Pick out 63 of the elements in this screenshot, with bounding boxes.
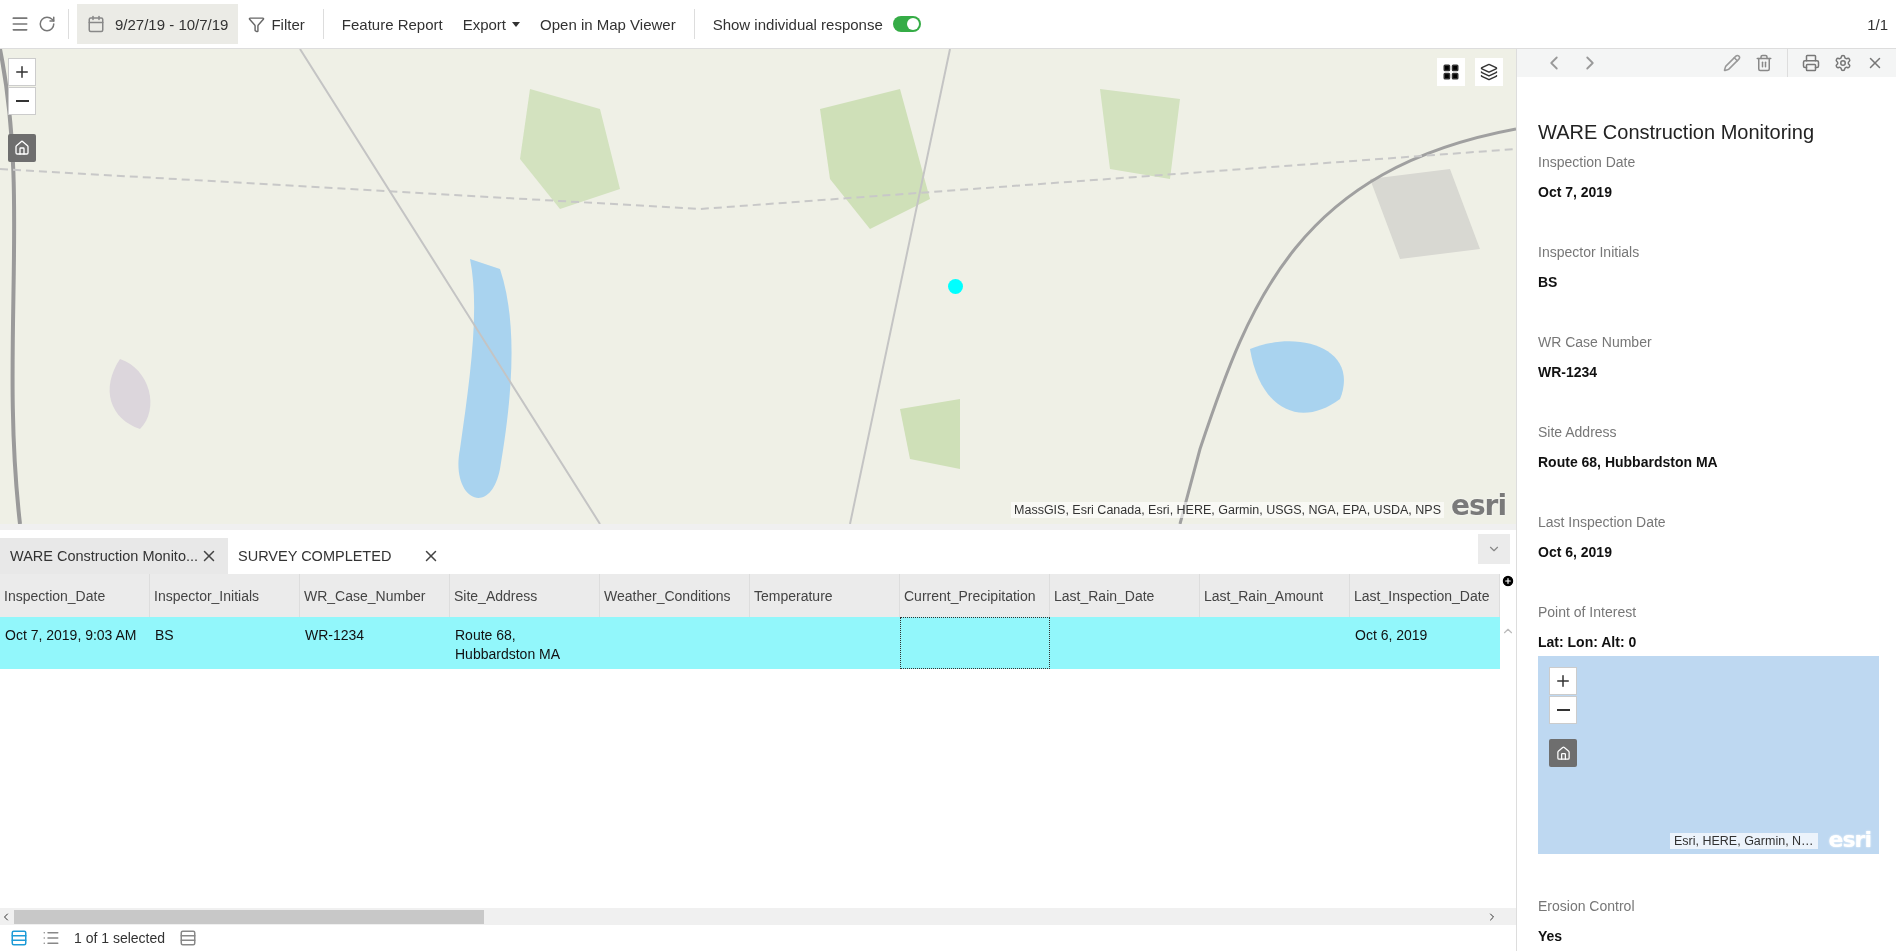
- filter-button[interactable]: Filter: [238, 4, 315, 44]
- toolbar-button[interactable]: Open in Map Viewer: [530, 4, 686, 44]
- selection-count: 1 of 1 selected: [74, 930, 166, 946]
- scrollbar-thumb[interactable]: [14, 909, 484, 924]
- field-value: WR-1234: [1538, 364, 1599, 380]
- print-icon[interactable]: [1802, 54, 1820, 72]
- plus-icon: [1554, 672, 1572, 690]
- field-label: Inspection Date: [1538, 154, 1637, 170]
- zoom-in-button[interactable]: [8, 58, 36, 86]
- table-cell-text: Oct 7, 2019, 9:03 AM: [4, 626, 138, 645]
- home-icon: [14, 140, 30, 156]
- field-label: WR Case Number: [1538, 334, 1653, 350]
- field-value: Oct 6, 2019: [1538, 544, 1613, 560]
- table-row[interactable]: Oct 7, 2019, 9:03 AM BS WR-1234 Route 68, Hubbardston MA Oct 6, 2019: [0, 617, 1500, 669]
- home-button[interactable]: [8, 134, 36, 162]
- list-icon[interactable]: [42, 929, 60, 947]
- home-button[interactable]: [1549, 739, 1577, 767]
- layers-button[interactable]: [1475, 58, 1503, 86]
- page-counter: 1/1: [1867, 15, 1888, 33]
- zoom-out-button[interactable]: [8, 87, 36, 115]
- field-label: Inspector Initials: [1538, 244, 1641, 260]
- map-attribution: Esri, HERE, Garmin, N…: [1670, 833, 1818, 849]
- add-column-icon[interactable]: [1501, 574, 1515, 588]
- table-cell-text: WR-1234: [304, 626, 366, 645]
- esri-logo: esri: [1450, 489, 1506, 522]
- feature-title: WARE Construction Monitoring: [1538, 121, 1816, 144]
- table-cell-text: BS: [154, 626, 175, 645]
- grid-icon: [1442, 63, 1460, 81]
- zoom-in-button[interactable]: [1549, 667, 1577, 695]
- toggle-label: Show individual response: [711, 15, 884, 33]
- esri-logo: esri: [1828, 827, 1871, 852]
- delete-icon[interactable]: [1755, 54, 1773, 72]
- table-cell-text: Route 68, Hubbardston MA: [454, 626, 562, 664]
- field-label: Point of Interest: [1538, 604, 1638, 620]
- basemap-gallery-button[interactable]: [1437, 58, 1465, 86]
- mini-map[interactable]: Esri, HERE, Garmin, N… esri: [1538, 656, 1879, 854]
- export-dropdown[interactable]: Export: [452, 4, 531, 44]
- field-value: Yes: [1538, 928, 1564, 944]
- date-range-button[interactable]: 9/27/19 - 10/7/19: [77, 4, 239, 44]
- minus-icon: [1556, 709, 1570, 711]
- field-label: Erosion Control: [1538, 898, 1636, 914]
- table-cell-text: Oct 6, 2019: [1354, 626, 1429, 645]
- plus-icon: [13, 63, 31, 81]
- table-tab[interactable]: WARE Construction Monito...: [0, 538, 228, 574]
- caret-icon: [512, 21, 521, 27]
- field-value: BS: [1538, 274, 1559, 290]
- zoom-out-button[interactable]: [1549, 696, 1577, 724]
- toggle-switch[interactable]: [892, 16, 921, 32]
- show-selected-icon[interactable]: [10, 929, 28, 947]
- filter-icon: [248, 15, 266, 33]
- calendar-icon: [87, 15, 105, 33]
- map-attribution: MassGIS, Esri Canada, Esri, HERE, Garmin, USGS, NGA, EPA, USDA, NPS: [1011, 502, 1444, 518]
- field-label: Last Inspection Date: [1538, 514, 1667, 530]
- field-label: Site Address: [1538, 424, 1618, 440]
- field-value: Route 68, Hubbardston MA: [1538, 454, 1719, 470]
- minus-icon: [15, 100, 29, 102]
- home-icon: [1555, 745, 1571, 761]
- toolbar-button[interactable]: Feature Report: [331, 4, 453, 44]
- settings-icon[interactable]: [1834, 54, 1852, 72]
- field-value: Oct 7, 2019: [1538, 184, 1613, 200]
- edit-icon[interactable]: [1723, 54, 1741, 72]
- field-value: Lat: Lon: Alt: 0: [1538, 634, 1638, 650]
- table-icon[interactable]: [179, 929, 198, 947]
